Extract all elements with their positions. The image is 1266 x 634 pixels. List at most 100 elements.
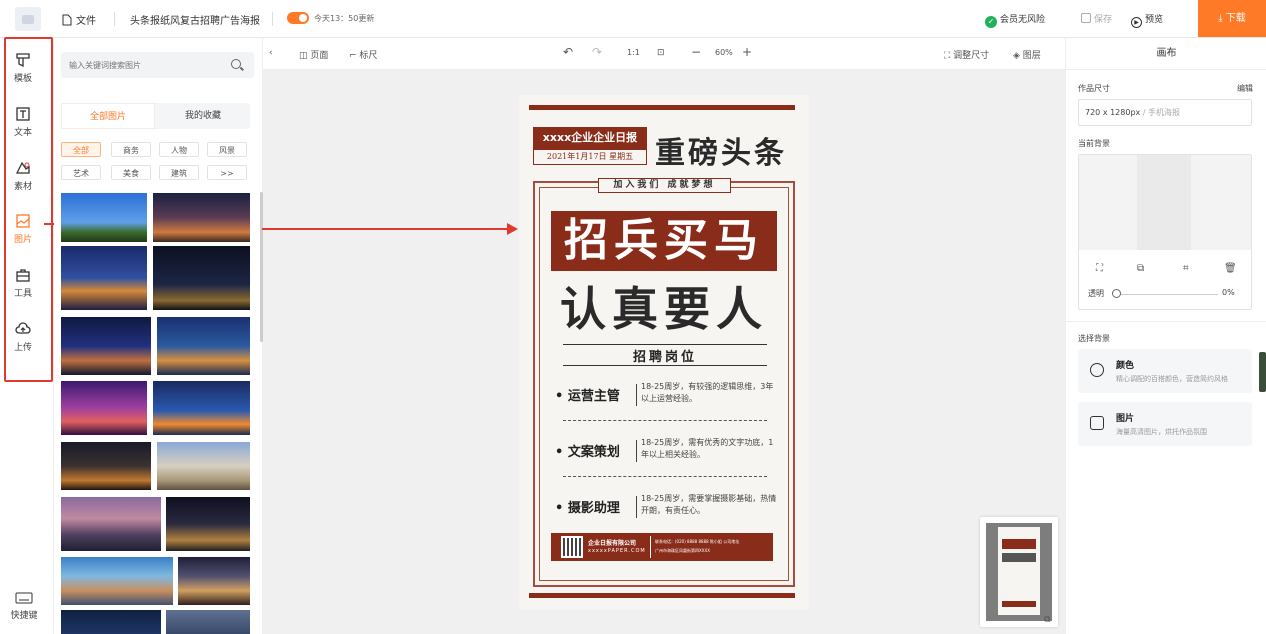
divider [563,344,767,345]
poster-slogan[interactable]: 加入我们 成就梦想 [598,178,731,193]
category-chip[interactable]: 人物 [159,142,199,157]
job-item[interactable]: • 摄影助理 18-25周岁，需要掌握摄影基础，热情开朗，有责任心。 [555,493,776,523]
opacity-slider-knob[interactable] [1112,289,1121,298]
category-chip[interactable]: 商务 [111,142,151,157]
category-chip[interactable]: 建筑 [159,165,199,180]
collapse-panel-icon[interactable]: ‹ [269,48,273,58]
search-icon[interactable] [231,59,241,69]
play-icon: ▶ [1131,17,1142,28]
poster-footer[interactable]: 企业日报有限公司 xxxxxPAPER.COM 联系电话：(020) 8888 … [551,533,773,561]
nav-tools[interactable]: 工具 [4,267,42,299]
save-icon [1081,13,1091,23]
save-button[interactable]: 保存 [1081,12,1112,25]
fit-screen-icon[interactable]: ⊡ [657,48,665,58]
minimap-toggle-icon[interactable]: ⧉ [1044,615,1050,625]
divider [636,440,637,462]
poster-title-2[interactable]: 认真要人 [551,277,777,341]
image-thumbnail[interactable] [61,557,173,605]
image-thumbnail[interactable] [153,193,250,242]
category-chip[interactable]: 全部 [61,142,101,157]
poster-brand-tag[interactable]: xxxx企业企业日报 [533,127,647,149]
poster-title-1[interactable]: 招兵买马 [551,211,777,271]
job-desc: 18-25周岁，需要掌握摄影基础，热情开朗，有责任心。 [641,494,777,515]
image-thumbnail[interactable] [157,442,250,490]
bg-color-option[interactable]: 颜色 精心调配的百搭颜色，营造简约风格 [1078,349,1252,393]
edit-size-link[interactable]: 编辑 [1237,83,1253,94]
ratio-button[interactable]: 1:1 [627,48,640,57]
poster-top-bar [529,105,795,110]
ruler-icon: ⌐ [349,51,360,61]
image-panel: 全部图片 我的收藏 全部 商务 人物 风景 艺术 美食 建筑 >> [54,38,263,634]
poster-date[interactable]: 2021年1月17日 星期五 [533,149,647,165]
keyboard-icon [15,592,33,604]
nav-shortcuts[interactable]: 快捷键 [5,592,43,621]
fullscreen-icon[interactable]: ⛶ [1096,263,1103,274]
nav-upload[interactable]: 上传 [4,321,42,353]
file-menu-button[interactable]: 文件 [62,12,96,27]
layers-button[interactable]: ◈ 图层 [1013,48,1041,61]
image-thumbnail[interactable] [61,442,151,490]
trash-icon[interactable]: 🗑 [1224,263,1237,274]
category-chip[interactable]: 风景 [207,142,247,157]
zoom-out-icon[interactable]: − [691,45,701,59]
size-label: 作品尺寸 [1078,84,1110,93]
nav-template[interactable]: 模板 [4,52,42,84]
poster-website: xxxxxPAPER.COM [588,548,646,554]
image-thumbnail[interactable] [153,246,250,310]
job-item[interactable]: • 文案策划 18-25周岁，需有优秀的文字功底，1年以上相关经验。 [555,437,775,467]
image-search-input[interactable] [61,52,254,78]
image-thumbnail[interactable] [61,246,147,310]
category-chip[interactable]: 艺术 [61,165,101,180]
undo-icon[interactable]: ↶ [563,45,573,59]
image-thumbnail[interactable] [61,610,161,634]
check-circle-icon: ✓ [985,16,997,28]
tab-my-favorites[interactable]: 我的收藏 [156,103,250,129]
image-thumbnail[interactable] [61,317,151,375]
image-icon [16,214,30,228]
poster-canvas[interactable]: xxxx企业企业日报 2021年1月17日 星期五 重磅头条 加入我们 成就梦想… [519,95,809,610]
category-chip[interactable]: 美食 [111,165,151,180]
poster-headline[interactable]: 重磅头条 [655,128,787,172]
download-button[interactable]: ⤓ 下载 [1198,0,1266,37]
image-thumbnail[interactable] [153,381,250,435]
image-thumbnail[interactable] [166,610,250,634]
app-logo[interactable] [15,7,41,31]
opacity-slider[interactable] [1114,294,1218,295]
opacity-label: 透明 [1088,289,1104,298]
canvas-toolbar: ‹ ◫ 页面 ⌐ 标尺 ↶ ↷ 1:1 ⊡ − 60% + ⛶ 调整尺寸 ◈ 图… [263,38,1065,70]
zoom-in-icon[interactable]: + [742,45,752,59]
image-thumbnail[interactable] [61,381,147,435]
size-field[interactable]: 720 x 1280px / 手机海报 [1078,99,1252,126]
bg-image-option[interactable]: 图片 海量高清图片，烘托作品氛围 [1078,402,1252,446]
job-item[interactable]: • 运营主管 18-25周岁，有较强的逻辑思维，3年以上运营经验。 [555,381,775,411]
image-thumbnail[interactable] [61,193,147,242]
vip-badge[interactable]: ✓ 会员无风险 [985,12,1045,28]
autosave-status: 今天13：50更新 [314,14,375,23]
nav-image[interactable]: 图片 [4,213,42,245]
nav-material[interactable]: 素材 [4,160,42,192]
resize-button[interactable]: ⛶ 调整尺寸 [944,48,989,61]
crop-icon[interactable]: ⌗ [1183,263,1189,274]
preview-button[interactable]: ▶ 预览 [1131,12,1163,28]
redo-icon[interactable]: ↷ [592,45,602,59]
tab-all-images[interactable]: 全部图片 [61,103,155,129]
option-subtitle: 海量高清图片，烘托作品氛围 [1116,428,1207,436]
document-title[interactable]: 头条报纸风复古招聘广告海报 [130,12,260,27]
nav-text[interactable]: 文本 [4,106,42,138]
image-thumbnail[interactable] [178,557,250,605]
image-thumbnail[interactable] [166,497,250,551]
ruler-button[interactable]: ⌐ 标尺 [349,48,377,61]
side-drawer-handle[interactable] [1259,352,1266,392]
image-thumbnail[interactable] [157,317,250,375]
palette-icon [1090,363,1104,377]
autosave-toggle[interactable] [287,12,309,24]
text-icon [16,107,30,121]
minimap[interactable]: ⧉ [980,517,1058,627]
category-more-chip[interactable]: >> [207,165,247,180]
copy-icon[interactable]: ⧉ [1137,263,1144,274]
zoom-level[interactable]: 60% [715,48,733,57]
poster-section-title[interactable]: 招聘岗位 [563,346,767,365]
minimap-footer-block [1002,601,1036,607]
image-thumbnail[interactable] [61,497,161,551]
page-button[interactable]: ◫ 页面 [299,48,328,61]
